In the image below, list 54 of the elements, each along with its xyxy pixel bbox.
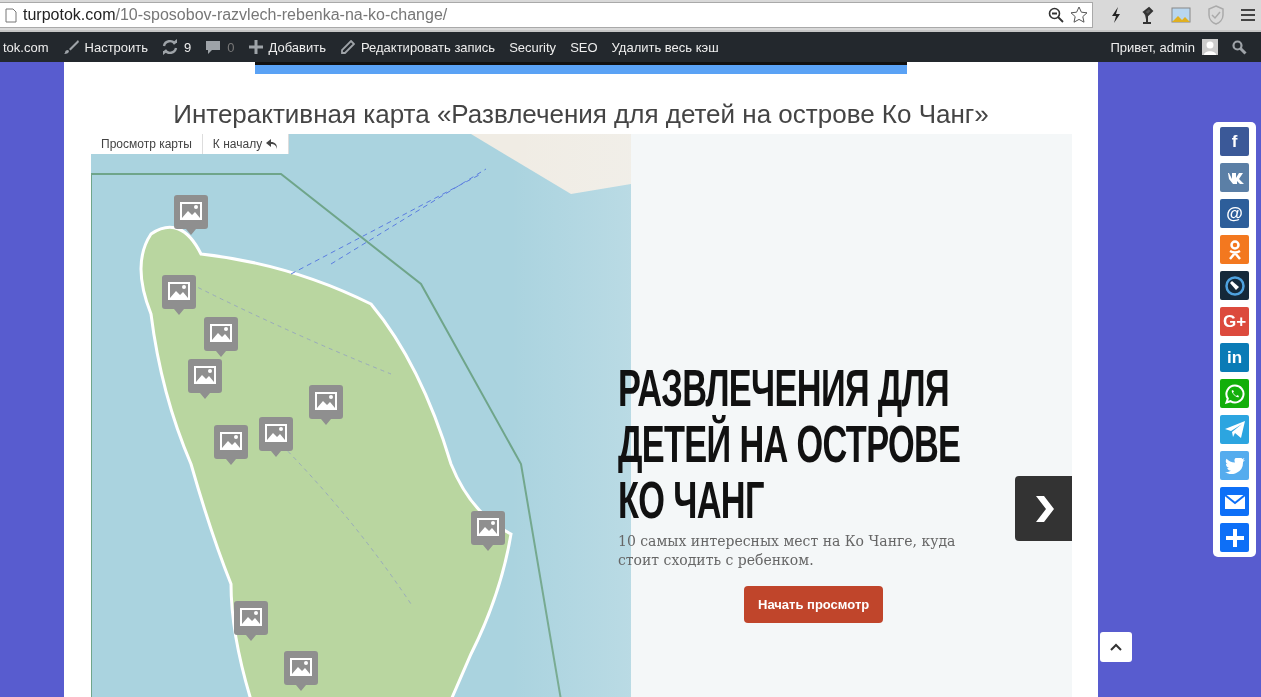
intro-heading: РАЗВЛЕЧЕНИЯ ДЛЯ ДЕТЕЙ НА ОСТРОВЕ КО ЧАНГ: [618, 360, 962, 528]
phone-bubble-icon: [1224, 383, 1245, 404]
search-icon[interactable]: [1232, 39, 1247, 55]
share-button[interactable]: in: [1220, 343, 1249, 372]
lightning-icon[interactable]: [1109, 6, 1123, 24]
address-bar[interactable]: turpotok.com/10-sposobov-razvlech-rebenka-na-ko-change/: [0, 2, 1093, 28]
intro-subtitle: 10 самых интересных мест на Ко Чанге, куда стоит сходить с ребенком.: [618, 532, 957, 570]
map-marker-icon[interactable]: [187, 358, 223, 400]
map-marker-icon[interactable]: [470, 510, 506, 552]
share-button[interactable]: @: [1220, 199, 1249, 228]
plus-icon: [248, 40, 263, 54]
brush-icon: [62, 39, 79, 55]
next-button[interactable]: [1015, 476, 1072, 541]
pencil-icon: [339, 39, 355, 55]
refresh-icon: [162, 39, 179, 55]
map-marker-icon[interactable]: [283, 650, 319, 692]
bookmark-icon: [1224, 275, 1245, 296]
map-marker-icon[interactable]: [233, 600, 269, 642]
share-button[interactable]: f: [1220, 127, 1249, 156]
chevron-right-icon: [1033, 495, 1054, 522]
zoom-out-icon[interactable]: [1048, 7, 1064, 23]
envelope-icon: [1224, 494, 1245, 509]
share-button[interactable]: [1220, 271, 1249, 300]
caret-up-icon: [1110, 643, 1122, 651]
map-marker-icon[interactable]: [161, 274, 197, 316]
star-icon[interactable]: [1070, 6, 1088, 24]
admin-bar-item[interactable]: tok.com: [0, 39, 56, 55]
person-icon: [1227, 239, 1242, 260]
map-marker-icon[interactable]: [173, 194, 209, 236]
admin-bar-item[interactable]: SEO: [563, 39, 605, 55]
admin-bar-item[interactable]: Security: [502, 39, 564, 55]
bird-icon: [1224, 457, 1245, 474]
map-marker-icon[interactable]: [308, 384, 344, 426]
map-marker-icon[interactable]: [203, 316, 239, 358]
admin-bar-item[interactable]: Удалить весь кэш: [604, 39, 726, 55]
comment-icon: [205, 39, 222, 55]
admin-bar-item[interactable]: Настроить: [55, 39, 156, 55]
plus-icon: [1225, 528, 1244, 547]
admin-bar-item[interactable]: Редактировать запись: [332, 39, 503, 55]
url-text: turpotok.com/10-sposobov-razvlech-rebenka-na-ko-change/: [23, 6, 448, 24]
greeting-link[interactable]: Привет, admin: [1103, 39, 1202, 55]
admin-bar-item[interactable]: Добавить: [241, 39, 333, 55]
map-marker-icon[interactable]: [258, 416, 294, 458]
menu-icon[interactable]: [1241, 8, 1255, 22]
paper-plane-icon: [1224, 421, 1245, 438]
map-marker-icon[interactable]: [213, 424, 249, 466]
start-button[interactable]: Начать просмотр: [744, 586, 884, 623]
share-button[interactable]: G+: [1220, 307, 1249, 336]
scroll-top-button[interactable]: [1100, 632, 1132, 662]
page-icon: [5, 7, 17, 23]
page-title: Интерактивная карта «Развлечения для детей на острове Ко Чанг»: [172, 98, 990, 130]
admin-bar-item[interactable]: 9: [155, 39, 199, 55]
shield-icon[interactable]: [1207, 5, 1225, 25]
return-arrow-icon: [266, 138, 279, 150]
